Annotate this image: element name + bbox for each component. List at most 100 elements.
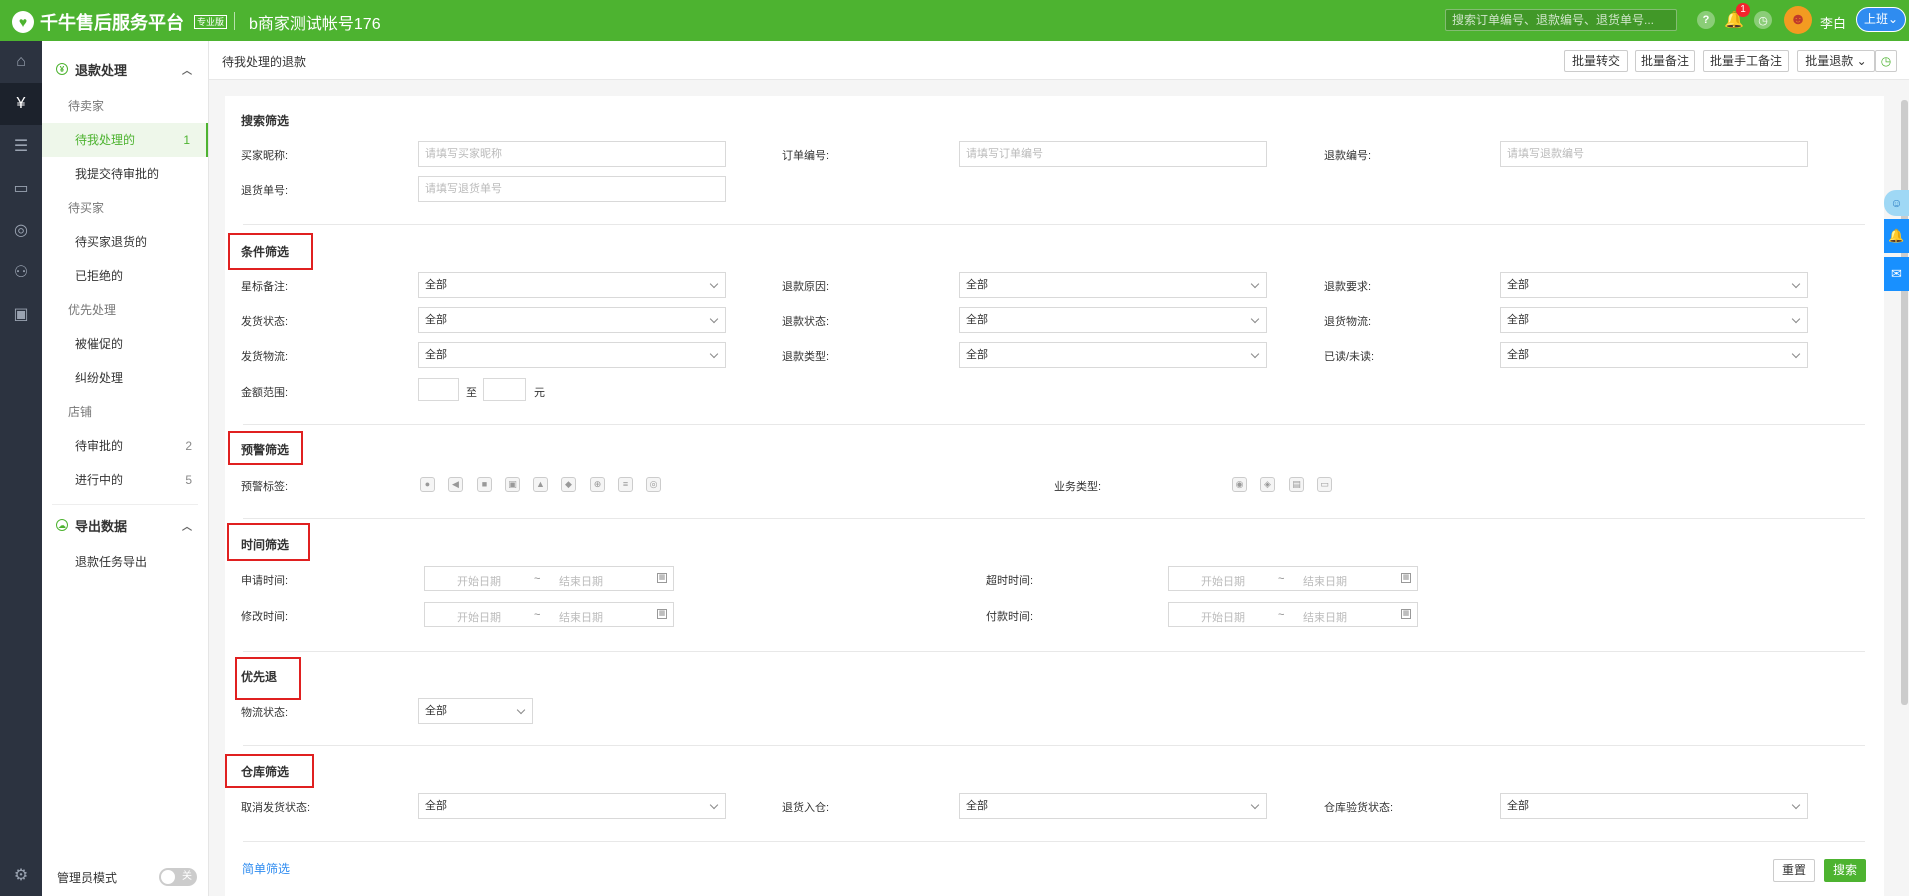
biz-type-icon[interactable]: ▤ (1289, 477, 1304, 492)
chevron-down-icon (709, 314, 719, 324)
calendar-icon: ▦ (657, 609, 667, 619)
chevron-down-icon (709, 800, 719, 810)
time-filter-title: 时间筛选 (241, 538, 290, 552)
page-title: 待我处理的退款 (222, 55, 307, 69)
sidebar-item-label: 退款任务导出 (75, 555, 148, 569)
warning-tag-icon[interactable]: ◀ (448, 477, 463, 492)
select-value: 全部 (966, 279, 988, 291)
modify-time-range[interactable]: 开始日期 ~ 结束日期 ▦ (424, 602, 674, 627)
divider (243, 841, 1865, 842)
inspect-status-select[interactable]: 全部 (1500, 793, 1808, 819)
sidebar-item-rejected[interactable]: 已拒绝的 (42, 259, 208, 293)
select-value: 全部 (1507, 349, 1529, 361)
apply-time-range[interactable]: 开始日期 ~ 结束日期 ▦ (424, 566, 674, 591)
pay-time-range[interactable]: 开始日期 ~ 结束日期 ▦ (1168, 602, 1418, 627)
priority-filter-title: 优先退 (241, 670, 278, 684)
sidebar-section-export[interactable]: ☁ 导出数据 ︿ (42, 505, 208, 545)
wallet-icon[interactable]: ▣ (0, 293, 42, 335)
sidebar-item-label: 已拒绝的 (75, 269, 124, 283)
start-date: 开始日期 (1201, 576, 1245, 588)
warning-tag-icon[interactable]: ◆ (561, 477, 576, 492)
chat-float-icon[interactable]: ✉ (1884, 257, 1909, 291)
clock-icon[interactable]: ◷ (1754, 11, 1772, 29)
sidebar-item-in-progress[interactable]: 进行中的 5 (42, 463, 208, 497)
sidebar-item-label: 待我处理的 (75, 133, 136, 147)
amount-min-input[interactable] (418, 378, 459, 401)
sidebar-item-export-task[interactable]: 退款任务导出 (42, 545, 208, 579)
refund-icon[interactable]: ¥ (0, 83, 42, 125)
warning-tag-icon[interactable]: ◎ (646, 477, 661, 492)
ticket-icon[interactable]: ▭ (0, 167, 42, 209)
avatar[interactable]: ☻ (1784, 6, 1812, 34)
return-in-select[interactable]: 全部 (959, 793, 1267, 819)
warning-tag-icon[interactable]: ⊕ (590, 477, 605, 492)
return-in-label: 退货入仓: (782, 802, 830, 814)
warning-tag-icon[interactable]: ▲ (533, 477, 548, 492)
buyer-nick-input[interactable] (418, 141, 726, 167)
cancel-ship-select[interactable]: 全部 (418, 793, 726, 819)
warning-tag-icon[interactable]: ■ (477, 477, 492, 492)
star-remark-label: 星标备注: (241, 281, 289, 293)
refund-request-select[interactable]: 全部 (1500, 272, 1808, 298)
reset-button[interactable]: 重置 (1773, 859, 1815, 882)
sidebar-item-pending-approval[interactable]: 待审批的 2 (42, 429, 208, 463)
admin-mode-toggle[interactable]: 关 (159, 868, 197, 886)
warning-tag-icon[interactable]: ≡ (618, 477, 633, 492)
biz-type-icon[interactable]: ▭ (1317, 477, 1332, 492)
refund-type-select[interactable]: 全部 (959, 342, 1267, 368)
ship-logistics-select[interactable]: 全部 (418, 342, 726, 368)
warning-tag-icon[interactable]: ● (420, 477, 435, 492)
batch-manual-remark-button[interactable]: 批量手工备注 (1703, 50, 1789, 72)
batch-remark-button[interactable]: 批量备注 (1635, 50, 1695, 72)
notification-float-icon[interactable]: 🔔 (1884, 219, 1909, 253)
users-icon[interactable]: ⚇ (0, 251, 42, 293)
refund-reason-label: 退款原因: (782, 281, 830, 293)
sidebar-item-dispute[interactable]: 纠纷处理 (42, 361, 208, 395)
global-search-input[interactable] (1445, 9, 1677, 31)
star-remark-select[interactable]: 全部 (418, 272, 726, 298)
shift-status-button[interactable]: 上班⌄ (1856, 7, 1906, 32)
biz-type-icon[interactable]: ◈ (1260, 477, 1275, 492)
home-icon[interactable]: ⌂ (0, 41, 42, 83)
sidebar-item-urged[interactable]: 被催促的 (42, 327, 208, 361)
list-icon[interactable]: ☰ (0, 125, 42, 167)
biz-type-label: 业务类型: (1054, 481, 1102, 493)
refund-reason-select[interactable]: 全部 (959, 272, 1267, 298)
sidebar-item-await-return[interactable]: 待买家退货的 (42, 225, 208, 259)
amount-to-label: 至 (466, 387, 477, 399)
username[interactable]: 李白 (1820, 13, 1846, 32)
refund-status-select[interactable]: 全部 (959, 307, 1267, 333)
read-status-select[interactable]: 全部 (1500, 342, 1808, 368)
page-header: 待我处理的退款 批量转交 批量备注 批量手工备注 批量退款 ⌄ ◷ (209, 41, 1909, 80)
batch-transfer-button[interactable]: 批量转交 (1564, 50, 1628, 72)
timeout-time-range[interactable]: 开始日期 ~ 结束日期 ▦ (1168, 566, 1418, 591)
compass-icon[interactable]: ◎ (0, 209, 42, 251)
app-logo[interactable]: ♥ 千牛售后服务平台 专业版 (12, 9, 228, 35)
start-date: 开始日期 (457, 576, 501, 588)
sidebar-item-label: 待审批的 (75, 439, 124, 453)
ship-status-select[interactable]: 全部 (418, 307, 726, 333)
sidebar-item-submitted-approval[interactable]: 我提交待审批的 (42, 157, 208, 191)
return-no-input[interactable] (418, 176, 726, 202)
logistics-status-select[interactable]: 全部 (418, 698, 533, 724)
amount-max-input[interactable] (483, 378, 526, 401)
chevron-up-icon: ︿ (182, 66, 192, 77)
chevron-down-icon (1791, 279, 1801, 289)
settings-gear-icon[interactable]: ⚙ (0, 854, 42, 896)
refund-no-input[interactable] (1500, 141, 1808, 167)
search-button[interactable]: 搜索 (1824, 859, 1866, 882)
biz-type-icon[interactable]: ◉ (1232, 477, 1247, 492)
order-no-input[interactable] (959, 141, 1267, 167)
history-clock-icon[interactable]: ◷ (1875, 50, 1897, 72)
sidebar-item-pending-mine[interactable]: 待我处理的 1 (42, 123, 208, 157)
warning-tag-icon[interactable]: ▣ (505, 477, 520, 492)
mascot-icon[interactable]: ☺ (1884, 190, 1909, 216)
filter-panel (225, 96, 1884, 896)
sidebar-section-refund[interactable]: ¥ 退款处理 ︿ (42, 49, 208, 89)
batch-refund-dropdown[interactable]: 批量退款 ⌄ (1797, 50, 1875, 72)
warning-filter-title: 预警筛选 (241, 443, 290, 457)
simple-filter-link[interactable]: 简单筛选 (242, 860, 290, 877)
end-date: 结束日期 (559, 612, 603, 624)
return-logistics-select[interactable]: 全部 (1500, 307, 1808, 333)
help-icon[interactable]: ? (1697, 11, 1715, 29)
